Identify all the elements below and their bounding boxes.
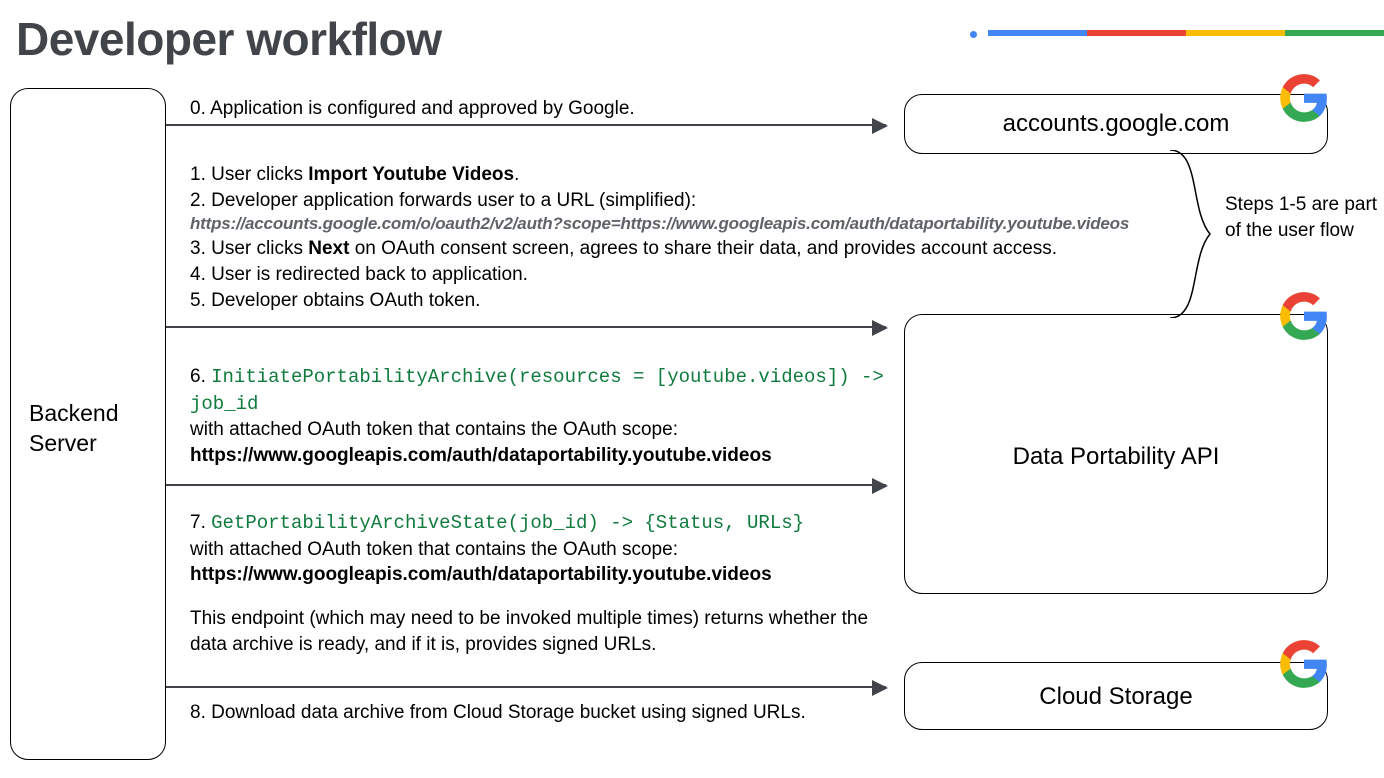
google-logo-icon [1278,638,1330,690]
step-6-line1: 6. InitiatePortabilityArchive(resources … [190,364,890,417]
node-accounts-google: accounts.google.com [904,94,1328,154]
step-7-note: This endpoint (which may need to be invo… [190,606,890,657]
bar-green [1285,30,1384,36]
arrow-step8 [166,686,886,688]
brand-bar-segments [988,30,1384,36]
node-backend-label: Backend Server [11,399,149,459]
google-logo-icon [1278,290,1330,342]
bar-red [1087,30,1186,36]
node-data-portability-api: Data Portability API [904,314,1328,594]
steps-1-5: 1. User clicks Import Youtube Videos. 2.… [190,162,1160,313]
step-0-text: 0. Application is configured and approve… [190,98,635,119]
step-7: 7. GetPortabilityArchiveState(job_id) ->… [190,510,890,657]
node-accounts-label: accounts.google.com [905,110,1327,138]
node-cloud-label: Cloud Storage [905,683,1327,711]
page-title: Developer workflow [16,12,442,66]
step-2-url: https://accounts.google.com/o/oauth2/v2/… [190,213,1160,236]
step-2: 2. Developer application forwards user t… [190,188,1160,214]
node-cloud-storage: Cloud Storage [904,662,1328,730]
step-6-url: https://www.googleapis.com/auth/dataport… [190,443,890,469]
step-3: 3. User clicks Next on OAuth consent scr… [190,236,1160,262]
brand-color-bar [970,30,1384,38]
step-6: 6. InitiatePortabilityArchive(resources … [190,364,890,469]
node-dpa-label: Data Portability API [905,443,1327,471]
step-1: 1. User clicks Import Youtube Videos. [190,162,1160,188]
step-4: 4. User is redirected back to applicatio… [190,262,1160,288]
google-logo-icon [1278,72,1330,124]
arrow-step6 [166,484,886,486]
user-flow-brace-label: Steps 1-5 are part of the user flow [1225,192,1380,243]
step-7-line1: 7. GetPortabilityArchiveState(job_id) ->… [190,510,890,537]
step-5: 5. Developer obtains OAuth token. [190,288,1160,314]
node-backend-server: Backend Server [10,88,166,760]
arrow-steps15 [166,326,886,328]
step-8: 8. Download data archive from Cloud Stor… [190,700,806,726]
step-6-desc: with attached OAuth token that contains … [190,417,890,443]
step-7-url: https://www.googleapis.com/auth/dataport… [190,562,890,588]
step-0: 0. Application is configured and approve… [190,96,635,122]
brand-dot [970,31,977,38]
bar-blue [988,30,1087,36]
step-7-desc: with attached OAuth token that contains … [190,537,890,563]
bar-yellow [1186,30,1285,36]
arrow-step0 [166,124,886,126]
